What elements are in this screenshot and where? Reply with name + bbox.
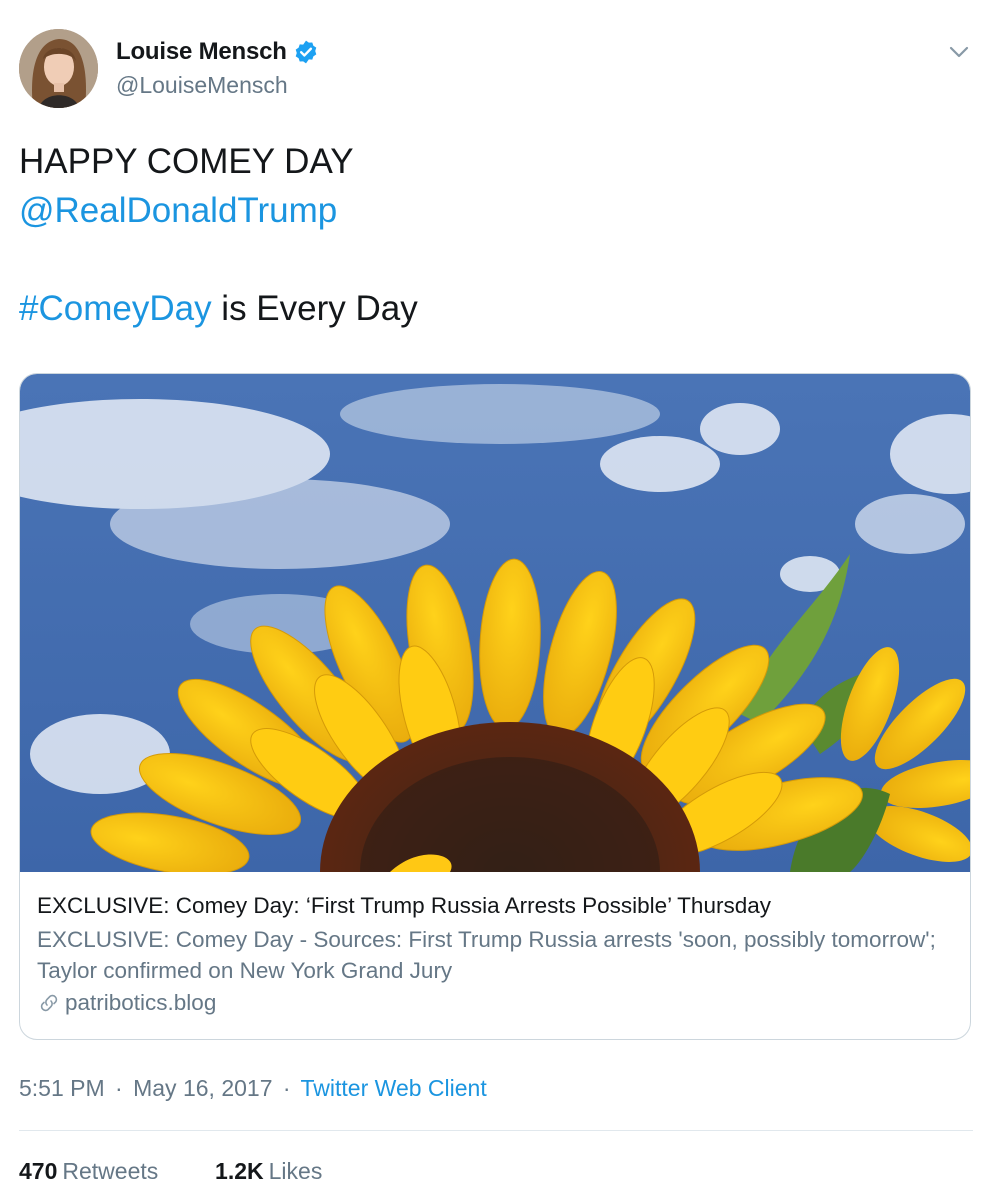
mention-link[interactable]: @RealDonaldTrump <box>19 186 959 235</box>
hashtag-link[interactable]: #ComeyDay <box>19 289 212 328</box>
retweets-stat[interactable]: 470 Retweets <box>19 1158 165 1184</box>
card-meta: EXCLUSIVE: Comey Day: ‘First Trump Russi… <box>37 890 952 1016</box>
tweet-line-3-rest: is Every Day <box>211 289 418 328</box>
tweet-line-1: HAPPY COMEY DAY <box>19 142 354 181</box>
link-icon <box>37 991 61 1015</box>
likes-count: 1.2K <box>215 1158 264 1184</box>
tweet-time[interactable]: 5:51 PM <box>19 1075 105 1101</box>
divider <box>19 1130 973 1131</box>
tweet-text: HAPPY COMEY DAY @RealDonaldTrump #ComeyD… <box>19 137 959 333</box>
separator: · <box>115 1075 123 1101</box>
tweet-line-3: #ComeyDay is Every Day <box>19 284 959 333</box>
tweet-date[interactable]: May 16, 2017 <box>133 1075 272 1101</box>
tweet: Louise Mensch @LouiseMensch HAPPY COMEY … <box>0 0 993 1200</box>
likes-label: Likes <box>268 1158 323 1184</box>
likes-stat[interactable]: 1.2K Likes <box>215 1158 322 1184</box>
tweet-meta: 5:51 PM · May 16, 2017 · Twitter Web Cli… <box>19 1075 487 1102</box>
avatar[interactable] <box>19 29 98 108</box>
chevron-down-icon[interactable] <box>946 40 972 64</box>
retweets-count: 470 <box>19 1158 58 1184</box>
card-domain-text: patribotics.blog <box>65 990 217 1015</box>
display-name[interactable]: Louise Mensch <box>116 38 287 66</box>
user-handle[interactable]: @LouiseMensch <box>116 72 288 99</box>
author-name-row[interactable]: Louise Mensch <box>116 38 319 66</box>
card-title[interactable]: EXCLUSIVE: Comey Day: ‘First Trump Russi… <box>37 890 952 922</box>
separator: · <box>282 1075 291 1101</box>
card-domain: patribotics.blog <box>37 990 952 1016</box>
card-image-sunflower[interactable] <box>20 374 970 1022</box>
verified-badge-icon <box>293 39 319 65</box>
card-description: EXCLUSIVE: Comey Day - Sources: First Tr… <box>37 927 936 983</box>
link-card[interactable]: EXCLUSIVE: Comey Day: ‘First Trump Russi… <box>19 373 971 1040</box>
retweets-label: Retweets <box>62 1158 159 1184</box>
tweet-stats: 470 Retweets 1.2K Likes <box>19 1158 322 1185</box>
client-link[interactable]: Twitter Web Client <box>301 1075 487 1101</box>
